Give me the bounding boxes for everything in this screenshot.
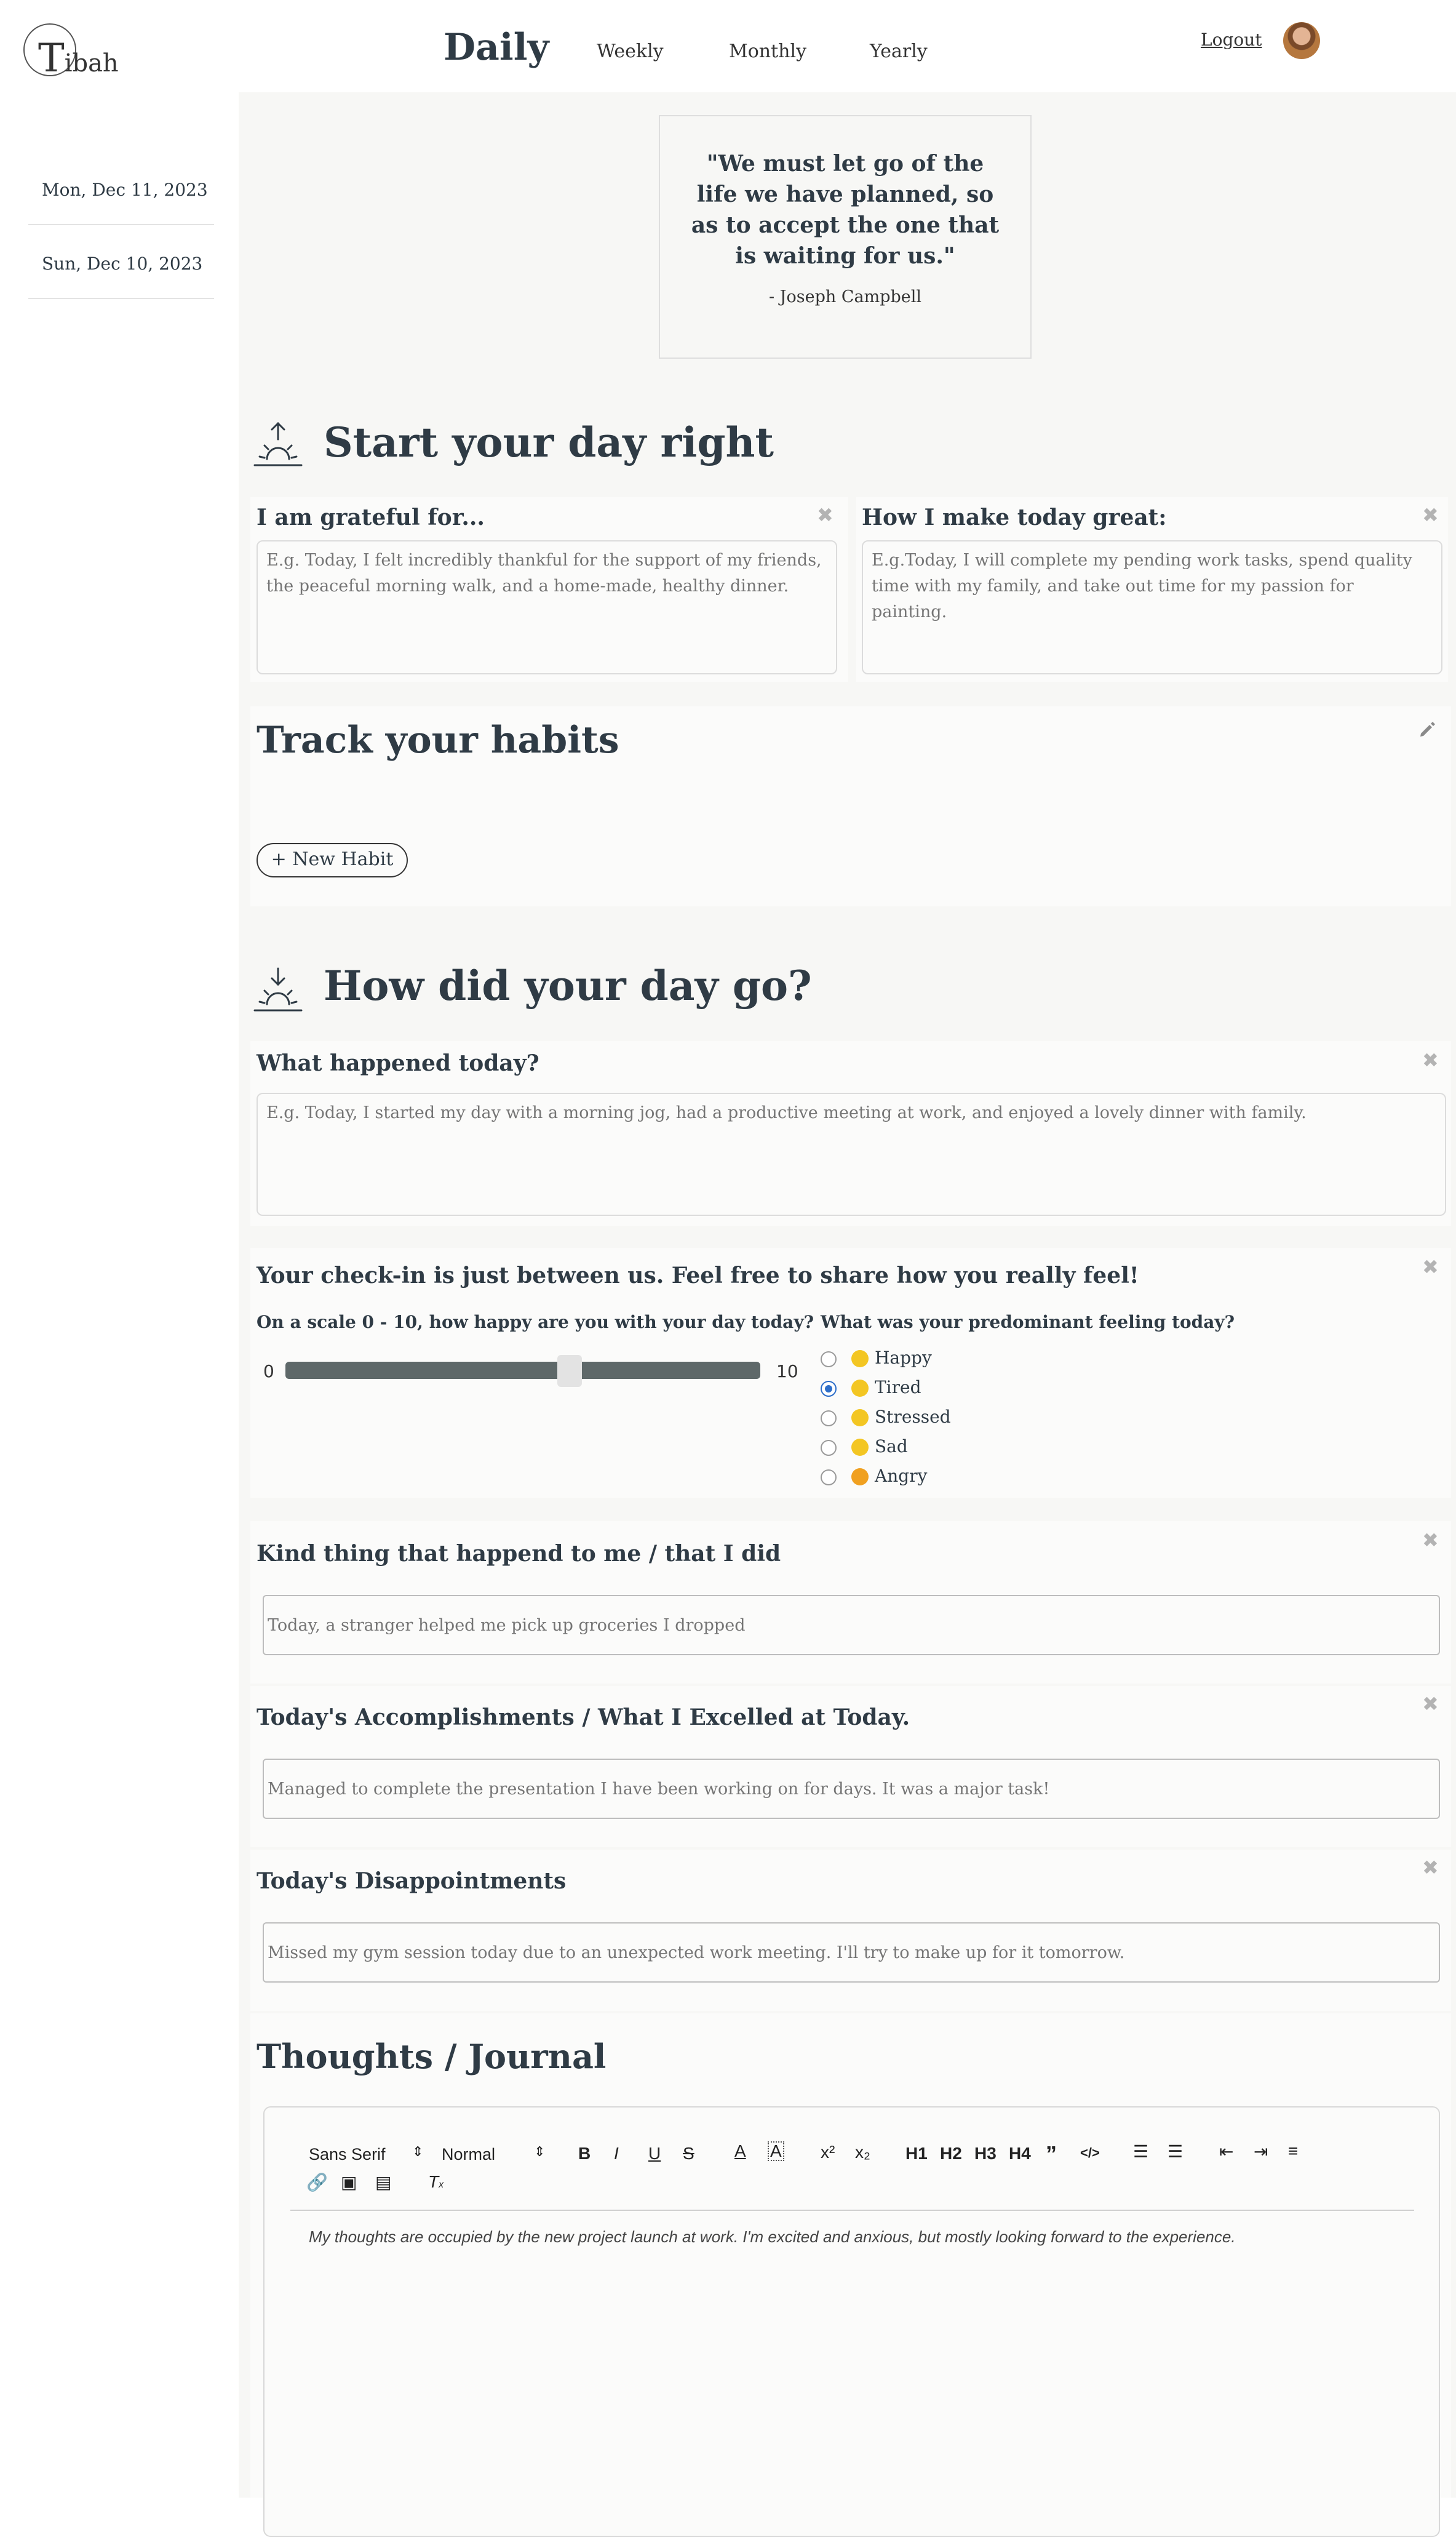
slider-min: 0 <box>263 1361 274 1381</box>
smile-emoji-icon <box>851 1350 869 1367</box>
font-select[interactable]: Sans Serif <box>309 2145 386 2164</box>
sidebar-item-label: Mon, Dec 11, 2023 <box>42 180 208 200</box>
close-icon[interactable]: ✖ <box>1422 1528 1439 1552</box>
radio-button-checked[interactable] <box>821 1381 837 1397</box>
feeling-label-text: Sad <box>875 1436 908 1456</box>
heading-3-icon[interactable]: H3 <box>974 2144 997 2163</box>
happened-textarea[interactable] <box>257 1093 1446 1216</box>
start-day-title: Start your day right <box>324 418 774 466</box>
code-block-icon[interactable]: </> <box>1080 2145 1100 2161</box>
close-icon[interactable]: ✖ <box>817 503 833 527</box>
disappointments-input[interactable] <box>263 1922 1440 1983</box>
feeling-label-text: Tired <box>875 1377 921 1397</box>
sidebar-item-label: Sun, Dec 10, 2023 <box>42 254 203 274</box>
quote-author: - Joseph Campbell <box>768 287 922 306</box>
nav-daily[interactable]: Daily <box>444 26 549 69</box>
kind-title: Kind thing that happend to me / that I d… <box>257 1541 781 1567</box>
happened-title: What happened today? <box>257 1050 539 1076</box>
link-icon[interactable]: 🔗 <box>306 2172 328 2192</box>
video-icon[interactable]: ▤ <box>375 2172 391 2192</box>
accomplishments-input[interactable] <box>263 1759 1440 1819</box>
happiness-slider-thumb[interactable] <box>557 1355 582 1387</box>
sunrise-icon <box>253 422 303 466</box>
close-icon[interactable]: ✖ <box>1422 503 1439 527</box>
journal-placeholder: My thoughts are occupied by the new proj… <box>309 2227 1236 2246</box>
great-textarea[interactable] <box>862 540 1442 674</box>
nav-monthly[interactable]: Monthly <box>729 41 806 62</box>
heading-2-icon[interactable]: H2 <box>940 2144 962 2163</box>
radio-button[interactable] <box>821 1410 837 1426</box>
habits-title: Track your habits <box>257 719 619 762</box>
subscript-icon[interactable]: x₂ <box>855 2143 870 2162</box>
size-select-arrows-icon: ⇕ <box>534 2144 546 2159</box>
indent-icon[interactable]: ⇥ <box>1254 2141 1268 2162</box>
nav-yearly[interactable]: Yearly <box>870 41 928 62</box>
sunset-icon <box>253 967 303 1012</box>
slider-max: 10 <box>776 1361 798 1381</box>
bold-icon[interactable]: B <box>578 2144 591 2163</box>
text-color-icon[interactable]: A <box>734 2141 746 2161</box>
background-color-icon[interactable]: A <box>768 2141 784 2161</box>
journal-editor[interactable] <box>263 2106 1440 2537</box>
checkin-title: Your check-in is just between us. Feel f… <box>257 1263 1139 1288</box>
logo[interactable]: Tibah <box>38 36 119 81</box>
close-icon[interactable]: ✖ <box>1422 1049 1439 1072</box>
size-select-value: Normal <box>442 2145 496 2163</box>
day-go-title: How did your day go? <box>324 962 812 1010</box>
tired-emoji-icon <box>851 1380 869 1397</box>
strikethrough-icon[interactable]: S <box>683 2144 694 2163</box>
logo-letter: T <box>38 36 65 81</box>
logout-link[interactable]: Logout <box>1201 30 1262 50</box>
font-select-arrows-icon: ⇕ <box>412 2144 424 2159</box>
avatar[interactable] <box>1283 22 1320 59</box>
close-icon[interactable]: ✖ <box>1422 1255 1439 1279</box>
toolbar-divider <box>290 2210 1414 2211</box>
disappointments-title: Today's Disappointments <box>257 1868 567 1894</box>
close-icon[interactable]: ✖ <box>1422 1692 1439 1716</box>
grateful-textarea[interactable] <box>257 540 837 674</box>
great-title: How I make today great: <box>862 505 1167 530</box>
grateful-title: I am grateful for... <box>257 505 485 530</box>
new-habit-button[interactable]: + New Habit <box>257 843 408 877</box>
radio-button[interactable] <box>821 1440 837 1456</box>
happiness-slider-track[interactable] <box>285 1362 760 1379</box>
sidebar: Mon, Dec 11, 2023 Sun, Dec 10, 2023 <box>0 92 239 2498</box>
quote-card: "We must let go of the life we have plan… <box>659 115 1032 359</box>
radio-button[interactable] <box>821 1469 837 1485</box>
logo-rest: ibah <box>64 49 119 78</box>
radio-button[interactable] <box>821 1351 837 1367</box>
feeling-label-text: Happy <box>875 1348 932 1368</box>
heading-4-icon[interactable]: H4 <box>1009 2144 1031 2163</box>
clear-format-icon[interactable]: Tx <box>428 2172 444 2192</box>
blockquote-icon[interactable]: ” <box>1046 2141 1057 2167</box>
feeling-label: What was your predominant feeling today? <box>821 1312 1235 1332</box>
pencil-icon[interactable] <box>1417 719 1437 738</box>
superscript-icon[interactable]: x² <box>821 2143 835 2162</box>
kind-input[interactable] <box>263 1595 1440 1655</box>
image-icon[interactable]: ▣ <box>341 2172 357 2192</box>
feeling-label-text: Angry <box>875 1466 928 1486</box>
nav-weekly[interactable]: Weekly <box>597 41 664 62</box>
close-icon[interactable]: ✖ <box>1422 1856 1439 1879</box>
sidebar-item-date[interactable]: Sun, Dec 10, 2023 <box>28 225 214 299</box>
italic-icon[interactable]: I <box>614 2144 619 2163</box>
happiness-scale-label: On a scale 0 - 10, how happy are you wit… <box>257 1312 814 1332</box>
quote-text: "We must let go of the life we have plan… <box>691 151 1000 269</box>
font-select-value: Sans Serif <box>309 2145 386 2163</box>
feeling-label-text: Stressed <box>875 1407 951 1427</box>
underline-icon[interactable]: U <box>648 2144 661 2163</box>
size-select[interactable]: Normal <box>442 2145 495 2164</box>
journal-title: Thoughts / Journal <box>257 2037 607 2076</box>
accomplishments-title: Today's Accomplishments / What I Excelle… <box>257 1704 910 1730</box>
stressed-emoji-icon <box>851 1409 869 1426</box>
bullet-list-icon[interactable]: ☰ <box>1168 2141 1183 2162</box>
sidebar-item-date[interactable]: Mon, Dec 11, 2023 <box>28 151 214 225</box>
sad-emoji-icon <box>851 1439 869 1456</box>
outdent-icon[interactable]: ⇤ <box>1219 2141 1233 2162</box>
ordered-list-icon[interactable]: ☰ <box>1133 2141 1148 2162</box>
top-bar: Tibah Daily Weekly Monthly Yearly Logout <box>0 0 1456 92</box>
angry-emoji-icon <box>851 1468 869 1485</box>
heading-1-icon[interactable]: H1 <box>905 2144 928 2163</box>
align-icon[interactable]: ≡ <box>1288 2141 1298 2161</box>
